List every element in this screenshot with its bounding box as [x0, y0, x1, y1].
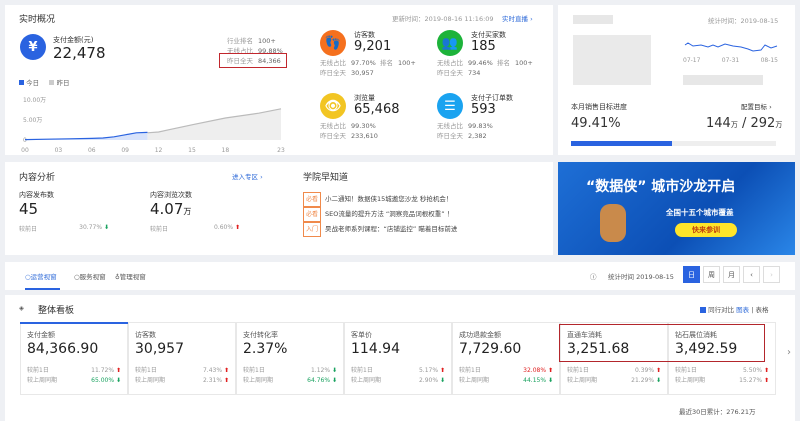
period-month[interactable]: 月 — [723, 266, 740, 283]
trend-sparkline — [684, 42, 778, 52]
news-item[interactable]: 必看 小二通知！数据侠15城邀您沙龙 秒抢机会！ — [303, 192, 457, 207]
metric-card[interactable]: 支付金额 84,366.90 较前1日 11.72% ⬆ 较上周同期 65.00% ⬇ — [20, 322, 128, 395]
metric-card[interactable]: 客单价 114.94 较前1日 5.17% ⬆ 较上周同期 2.90% ⬇ — [344, 322, 452, 395]
metric-card[interactable]: 访客数 30,957 较前1日 7.43% ⬆ 较上周同期 2.31% ⬆ — [128, 322, 236, 395]
x-tick: 03 — [55, 147, 63, 154]
scroll-right-icon[interactable]: › — [787, 347, 791, 358]
promo-banner[interactable]: “数据侠” 城市沙龙开启 全国十五个城市覆盖 快来参训 — [558, 162, 795, 255]
content-card: 内容分析 进入专区 › 内容发布数 45 较前日 30.77% ⬇ 内容浏览次数 4.… — [5, 162, 553, 255]
content-title: 内容分析 — [19, 173, 56, 183]
news-item[interactable]: 必看 SEO流量的提升方法 “洞察竞品词根权重” ！ — [303, 207, 457, 222]
prev-button[interactable]: ‹ — [743, 266, 760, 283]
academy-title: 学院早知道 — [303, 173, 349, 183]
target-label: 本月销售目标进度 — [571, 103, 627, 111]
realtime-card: 实时概况 更新时间：2019-08-16 11:16:09 实时直播 › ¥ 支… — [5, 5, 553, 155]
news-item[interactable]: 入门 昊战老师系列课程：“店铺监控” 瞄着目标前进 — [303, 222, 457, 237]
table-link[interactable]: 表格 — [755, 306, 768, 314]
y-tick: 10.00万 — [23, 97, 46, 104]
chart-legend: 今日 昨日 — [19, 77, 70, 87]
layers-icon: ◈ — [19, 304, 24, 312]
stat-time: 统计时间：2019-08-15 — [708, 17, 779, 25]
x-tick: 18 — [222, 147, 230, 154]
tab-operations[interactable]: ○运营视窗 — [25, 271, 57, 281]
period-week[interactable]: 周 — [703, 266, 720, 283]
tab-management[interactable]: ♁管理视窗 — [115, 271, 146, 281]
x-tick: 00 — [21, 147, 29, 154]
stat-value: 9,201 — [354, 39, 392, 54]
stat-value: 185 — [471, 39, 496, 54]
academy-news: 必看 小二通知！数据侠15城邀您沙龙 秒抢机会！ 必看 SEO流量的提升方法 “洞察… — [303, 192, 457, 237]
period-day[interactable]: 日 — [683, 266, 700, 283]
metric-card[interactable]: 成功退款金额 7,729.60 较前1日 32.08% ⬆ 较上周同期 44.15% … — [452, 322, 560, 395]
footprint-icon: 👣 — [320, 30, 346, 56]
board-title: 整体看板 — [38, 306, 75, 316]
pay-value: 22,478 — [53, 44, 106, 62]
yuan-icon: ¥ — [20, 34, 46, 60]
sales-target-card: 统计时间：2019-08-15 07-17 07-31 08-15 本月销售目标进度… — [558, 5, 795, 155]
metric-card[interactable]: 支付转化率 2.37% 较前1日 1.12% ⬇ 较上周同期 64.76% ⬇ — [236, 322, 344, 395]
y-tick: 5.00万 — [23, 117, 42, 124]
realtime-title: 实时概况 — [19, 15, 56, 25]
progress-percent: 49.41% — [571, 116, 621, 131]
board-total: 最近30日累计：276.21万 — [679, 408, 756, 416]
stat-value: 593 — [471, 102, 496, 117]
x-tick: 23 — [277, 147, 285, 154]
x-tick: 15 — [188, 147, 196, 154]
order-icon: ☰ — [437, 93, 463, 119]
highlight-box — [559, 324, 765, 362]
update-time: 更新时间：2019-08-16 11:16:09 — [392, 15, 494, 23]
buyers-icon: 👥 — [437, 30, 463, 56]
series-area — [147, 108, 281, 140]
progress-bar — [571, 141, 776, 146]
live-link[interactable]: 实时直播 › — [502, 13, 533, 23]
compare-checkbox[interactable] — [700, 307, 706, 313]
x-tick: 12 — [155, 147, 163, 154]
deer-mascot-icon — [600, 204, 626, 242]
cta-button[interactable]: 快来参训 — [675, 223, 737, 237]
eye-icon: 👁 — [320, 93, 346, 119]
view-tabs-bar: ○运营视窗 ○服务视窗 ♁管理视窗 ⓘ 统计时间 2019-08-15 — [5, 262, 795, 290]
stat-value: 65,468 — [354, 102, 400, 117]
realtime-chart: 10.00万5.00万000 03 06 09 12 15 18 23 — [21, 97, 285, 154]
config-target-link[interactable]: 配置目标 › — [741, 101, 772, 111]
next-button[interactable]: › — [763, 266, 780, 283]
content-link[interactable]: 进入专区 › — [232, 171, 263, 181]
info-icon[interactable]: ⓘ — [590, 271, 597, 281]
tab-service[interactable]: ○服务视窗 — [74, 271, 106, 281]
tabs-stat-time: 统计时间 2019-08-15 — [608, 273, 674, 281]
highlight-box — [219, 53, 287, 68]
progress-amount: 144万 / 292万 — [706, 116, 783, 131]
y-tick: 0 — [23, 137, 27, 144]
x-tick: 06 — [88, 147, 96, 154]
chart-link[interactable]: 图表 — [736, 306, 749, 314]
x-tick: 09 — [121, 147, 129, 154]
